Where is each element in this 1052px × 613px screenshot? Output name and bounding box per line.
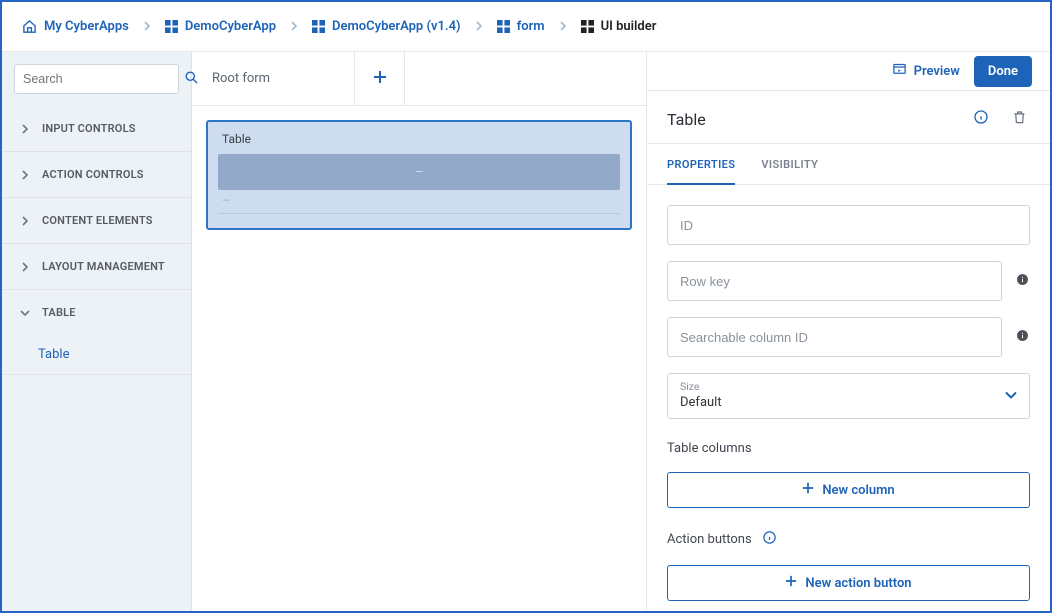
sidebar-category-table[interactable]: TABLE (2, 290, 191, 335)
searchable-column-field[interactable] (667, 317, 1002, 357)
sidebar-category-label: ACTION CONTROLS (42, 168, 144, 181)
chevron-right-icon (20, 216, 30, 226)
chevron-right-icon (475, 20, 483, 34)
table-columns-label: Table columns (667, 441, 1030, 456)
preview-label: Preview (914, 64, 960, 79)
new-action-button[interactable]: New action button (667, 565, 1030, 601)
row-key-input[interactable] (680, 274, 989, 289)
sidebar-category-label: CONTENT ELEMENTS (42, 214, 153, 227)
breadcrumb-item-democyberapp[interactable]: DemoCyberApp (165, 19, 276, 34)
tab-label: VISIBILITY (761, 158, 818, 171)
action-buttons-label: Action buttons (667, 530, 1030, 549)
size-select[interactable]: Size Default (667, 373, 1030, 419)
row-key-field[interactable] (667, 261, 1002, 301)
searchable-column-input[interactable] (680, 330, 989, 345)
breadcrumb-label: UI builder (601, 19, 657, 34)
sidebar-item-label: Table (38, 347, 69, 362)
chevron-right-icon (559, 20, 567, 34)
size-value: Default (680, 393, 1017, 410)
chevron-down-icon (1005, 389, 1017, 404)
size-label: Size (680, 380, 1017, 393)
info-icon (1016, 273, 1029, 290)
sidebar-category-label: LAYOUT MANAGEMENT (42, 260, 165, 273)
breadcrumb-item-form[interactable]: form (497, 19, 545, 34)
info-icon (973, 109, 989, 129)
new-column-button[interactable]: New column (667, 472, 1030, 508)
grid-icon (581, 20, 594, 33)
trash-icon (1012, 109, 1027, 129)
sidebar-category-content-elements[interactable]: CONTENT ELEMENTS (2, 198, 191, 243)
canvas-area: Root form Table — (192, 52, 646, 611)
button-label: New action button (805, 576, 911, 591)
delete-button[interactable] (1008, 109, 1030, 129)
breadcrumb-label: DemoCyberApp (185, 19, 276, 34)
chevron-right-icon (143, 20, 151, 34)
sidebar: INPUT CONTROLS ACTION CONTROLS CONTENT E… (2, 52, 192, 611)
searchable-column-info[interactable] (1014, 329, 1030, 346)
tab-root-form[interactable]: Root form (192, 52, 355, 105)
breadcrumb-item-ui-builder: UI builder (581, 19, 657, 34)
tab-label: PROPERTIES (667, 158, 735, 171)
button-label: New column (822, 483, 894, 498)
grid-icon (497, 20, 510, 33)
done-label: Done (988, 64, 1018, 79)
sidebar-item-table[interactable]: Table (2, 335, 191, 374)
breadcrumb-label: form (517, 19, 545, 34)
plus-icon (802, 482, 814, 498)
breadcrumb-label: DemoCyberApp (v1.4) (332, 19, 461, 34)
search-icon (184, 70, 199, 89)
widget-table-header-placeholder (218, 154, 620, 190)
info-button[interactable] (970, 109, 992, 129)
info-icon (762, 530, 777, 549)
chevron-right-icon (20, 262, 30, 272)
row-key-info[interactable] (1014, 273, 1030, 290)
sidebar-category-input-controls[interactable]: INPUT CONTROLS (2, 106, 191, 151)
preview-button[interactable]: Preview (892, 62, 960, 81)
chevron-right-icon (20, 170, 30, 180)
sidebar-category-label: INPUT CONTROLS (42, 122, 136, 135)
search-field[interactable] (23, 72, 184, 86)
widget-table-row-placeholder: — (218, 190, 620, 207)
plus-icon (785, 575, 797, 591)
search-input[interactable] (14, 64, 179, 94)
divider (218, 213, 620, 214)
widget-title: Table (218, 132, 620, 146)
panel-title: Table (667, 110, 970, 129)
home-icon (22, 19, 37, 34)
tab-properties[interactable]: PROPERTIES (667, 144, 735, 185)
plus-icon (373, 70, 387, 88)
sidebar-category-label: TABLE (42, 306, 76, 319)
tab-visibility[interactable]: VISIBILITY (761, 144, 818, 184)
id-field[interactable] (667, 205, 1030, 245)
canvas-widget-table[interactable]: Table — (206, 120, 632, 230)
action-buttons-info[interactable] (762, 530, 777, 549)
tab-label: Root form (212, 71, 270, 86)
sidebar-category-layout-management[interactable]: LAYOUT MANAGEMENT (2, 244, 191, 289)
grid-icon (312, 20, 325, 33)
sidebar-category-action-controls[interactable]: ACTION CONTROLS (2, 152, 191, 197)
breadcrumb-item-my-cyberapps[interactable]: My CyberApps (22, 19, 129, 34)
id-input[interactable] (680, 218, 1017, 233)
chevron-down-icon (20, 308, 30, 318)
breadcrumb-label: My CyberApps (44, 19, 129, 34)
info-icon (1016, 329, 1029, 346)
properties-panel: Preview Done Table (646, 52, 1050, 611)
preview-icon (892, 62, 907, 81)
done-button[interactable]: Done (974, 56, 1032, 87)
grid-icon (165, 20, 178, 33)
breadcrumb-item-democyberapp-version[interactable]: DemoCyberApp (v1.4) (312, 19, 461, 34)
chevron-right-icon (290, 20, 298, 34)
chevron-right-icon (20, 124, 30, 134)
add-tab-button[interactable] (355, 52, 405, 105)
breadcrumb: My CyberApps DemoCyberApp DemoCyberApp (… (2, 2, 1050, 52)
